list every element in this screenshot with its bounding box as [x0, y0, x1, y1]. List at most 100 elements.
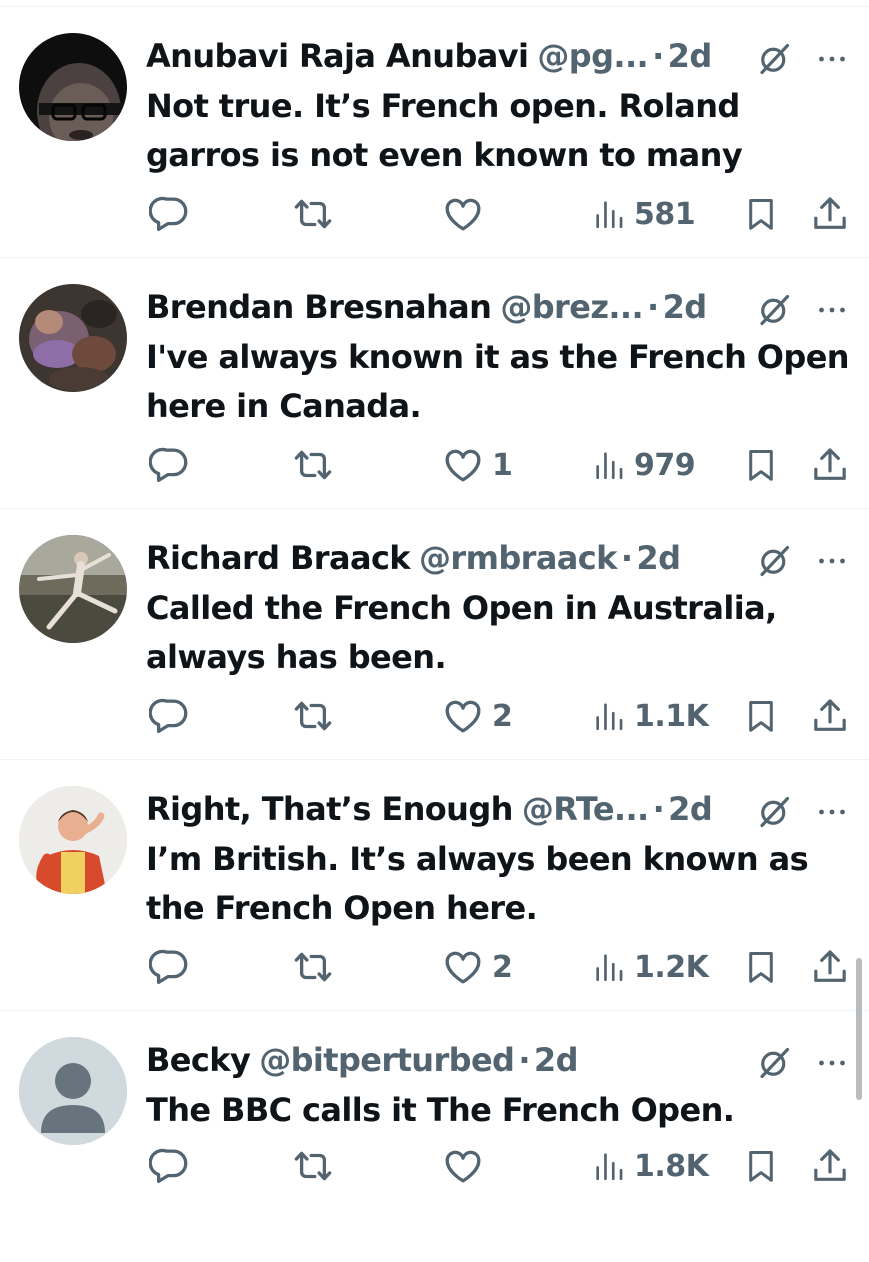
reply-tweet[interactable]: Right, That’s Enough @RTe... · 2d I’m Br…	[0, 760, 869, 1011]
tweet-text: I've always known it as the French Open …	[146, 338, 850, 425]
like-button[interactable]	[442, 191, 492, 237]
bookmark-button[interactable]	[742, 693, 780, 739]
heart-icon	[442, 946, 484, 988]
heart-icon	[442, 1145, 484, 1187]
user-handle[interactable]: @rmbraack	[419, 533, 617, 583]
separator-dot: ·	[652, 790, 665, 828]
views-icon	[592, 1146, 626, 1186]
man-with-glasses-photo	[19, 33, 127, 141]
display-name[interactable]: Anubavi Raja Anubavi	[146, 31, 529, 81]
retweet-button[interactable]	[292, 944, 334, 990]
share-button[interactable]	[810, 693, 850, 739]
like-count: 1	[492, 447, 513, 483]
views-button[interactable]: 1.2K	[592, 944, 709, 990]
bookmark-icon	[742, 947, 780, 987]
more-icon[interactable]	[814, 41, 850, 77]
dancer-painting	[19, 535, 127, 643]
like-button[interactable]	[442, 1143, 492, 1189]
bookmark-button[interactable]	[742, 442, 780, 488]
avatar[interactable]	[19, 33, 127, 141]
grok-icon[interactable]	[756, 543, 792, 579]
timestamp[interactable]: 2d	[668, 784, 713, 834]
view-count: 1.8K	[634, 1148, 709, 1184]
share-button[interactable]	[810, 191, 850, 237]
avatar[interactable]	[19, 1037, 127, 1145]
display-name[interactable]: Brendan Bresnahan	[146, 282, 492, 332]
more-icon[interactable]	[814, 794, 850, 830]
views-button[interactable]: 1.8K	[592, 1143, 709, 1189]
views-button[interactable]: 1.1K	[592, 693, 709, 739]
avatar[interactable]	[19, 786, 127, 894]
reply-icon	[149, 695, 191, 737]
retweet-icon	[292, 193, 334, 235]
avatar[interactable]	[19, 284, 127, 392]
tweet-header: Right, That’s Enough @RTe... · 2d	[146, 784, 713, 834]
view-count: 1.1K	[634, 698, 709, 734]
default-avatar	[19, 1037, 127, 1145]
views-button[interactable]: 581	[592, 191, 696, 237]
like-button[interactable]: 2	[442, 944, 513, 990]
like-count: 2	[492, 949, 513, 985]
retweet-button[interactable]	[292, 1143, 334, 1189]
retweet-icon	[292, 695, 334, 737]
grok-icon[interactable]	[756, 292, 792, 328]
share-button[interactable]	[810, 442, 850, 488]
more-icon[interactable]	[814, 543, 850, 579]
views-icon	[592, 947, 626, 987]
timestamp[interactable]: 2d	[668, 31, 713, 81]
user-handle[interactable]: @pg...	[537, 31, 648, 81]
reply-tweet[interactable]: Becky @bitperturbed · 2d The BBC calls i…	[0, 1011, 869, 1262]
share-button[interactable]	[810, 944, 850, 990]
views-icon	[592, 696, 626, 736]
like-button[interactable]: 2	[442, 693, 513, 739]
timestamp[interactable]: 2d	[663, 282, 708, 332]
timestamp[interactable]: 2d	[636, 533, 681, 583]
share-button[interactable]	[810, 1143, 850, 1189]
share-icon	[810, 696, 850, 736]
user-handle[interactable]: @bitperturbed	[259, 1035, 515, 1085]
share-icon	[810, 947, 850, 987]
retweet-button[interactable]	[292, 693, 334, 739]
more-icon[interactable]	[814, 1045, 850, 1081]
share-icon	[810, 1146, 850, 1186]
action-bar: 2 1.1K	[0, 693, 869, 739]
bookmark-button[interactable]	[742, 191, 780, 237]
heart-icon	[442, 193, 484, 235]
bookmark-button[interactable]	[742, 1143, 780, 1189]
reply-tweet[interactable]: Richard Braack @rmbraack · 2d Called the…	[0, 509, 869, 760]
share-icon	[810, 194, 850, 234]
display-name[interactable]: Right, That’s Enough	[146, 784, 513, 834]
like-button[interactable]: 1	[442, 442, 513, 488]
user-handle[interactable]: @RTe...	[522, 784, 649, 834]
views-button[interactable]: 979	[592, 442, 696, 488]
blurred-painting	[19, 284, 127, 392]
separator-dot: ·	[620, 539, 633, 577]
man-red-shirt-illustration	[19, 786, 127, 894]
grok-icon[interactable]	[756, 41, 792, 77]
bookmark-icon	[742, 1146, 780, 1186]
grok-icon[interactable]	[756, 794, 792, 830]
timestamp[interactable]: 2d	[534, 1035, 579, 1085]
retweet-button[interactable]	[292, 442, 334, 488]
user-handle[interactable]: @brez...	[500, 282, 643, 332]
reply-button[interactable]	[149, 693, 191, 739]
reply-tweet[interactable]: Brendan Bresnahan @brez... · 2d I've alw…	[0, 258, 869, 509]
display-name[interactable]: Richard Braack	[146, 533, 411, 583]
bookmark-icon	[742, 194, 780, 234]
reply-tweet[interactable]: Anubavi Raja Anubavi @pg... · 2d Not tru…	[0, 7, 869, 258]
tweet-text: The BBC calls it The French Open.	[146, 1091, 735, 1129]
scrollbar[interactable]	[856, 958, 862, 1100]
action-bar: 2 1.2K	[0, 944, 869, 990]
reply-button[interactable]	[149, 1143, 191, 1189]
reply-button[interactable]	[149, 191, 191, 237]
reply-button[interactable]	[149, 944, 191, 990]
more-icon[interactable]	[814, 292, 850, 328]
retweet-button[interactable]	[292, 191, 334, 237]
tweet-header: Richard Braack @rmbraack · 2d	[146, 533, 681, 583]
avatar[interactable]	[19, 535, 127, 643]
grok-icon[interactable]	[756, 1045, 792, 1081]
bookmark-button[interactable]	[742, 944, 780, 990]
display-name[interactable]: Becky	[146, 1035, 251, 1085]
heart-icon	[442, 695, 484, 737]
reply-button[interactable]	[149, 442, 191, 488]
